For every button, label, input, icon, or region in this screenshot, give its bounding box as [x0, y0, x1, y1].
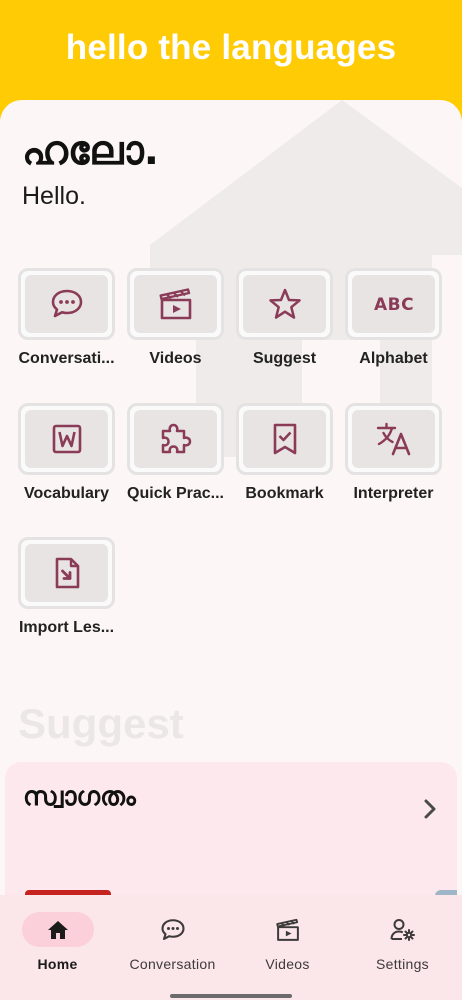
star-icon	[268, 288, 301, 319]
main-sheet: ഹലോ. Hello. Conversati... Videos Suggest…	[0, 100, 462, 1000]
tile-label: Import Les...	[18, 619, 115, 636]
chevron-right-icon[interactable]	[423, 798, 437, 820]
suggest-card-title: സ്വാഗതം	[23, 782, 136, 812]
chat-bubble-icon	[51, 289, 82, 318]
svg-text:ABC: ABC	[374, 295, 414, 315]
user-settings-icon	[390, 918, 415, 941]
greeting-native: ഹലോ.	[22, 128, 159, 174]
tile-label: Quick Prac...	[127, 485, 224, 502]
word-document-icon	[52, 424, 81, 454]
tile-label: Suggest	[252, 350, 317, 367]
bookmark-check-icon	[273, 423, 296, 455]
app-header: hello the languages	[0, 0, 462, 100]
bottom-navigation: Home Conversation Videos Settings	[0, 895, 462, 1000]
tile-quick-practice[interactable]: Quick Prac...	[121, 403, 230, 503]
puzzle-piece-icon	[161, 423, 191, 454]
tile-label: Alphabet	[359, 350, 428, 367]
tile-vocabulary[interactable]: Vocabulary	[12, 403, 121, 503]
nav-label: Settings	[376, 956, 429, 972]
chat-bubble-icon	[160, 918, 185, 940]
home-icon	[47, 920, 68, 939]
clapperboard-icon	[159, 288, 191, 320]
abc-icon: ABC	[374, 295, 414, 315]
suggest-heading: Suggest	[18, 700, 184, 747]
tile-bookmark[interactable]: Bookmark	[230, 403, 339, 503]
nav-label: Videos	[265, 956, 310, 972]
tile-label: Conversati...	[18, 350, 115, 367]
system-home-indicator[interactable]	[170, 994, 292, 998]
tile-conversation[interactable]: Conversati...	[12, 268, 121, 368]
nav-home[interactable]: Home	[0, 895, 115, 972]
tile-suggest[interactable]: Suggest	[230, 268, 339, 368]
tile-alphabet[interactable]: ABC Alphabet	[339, 268, 448, 368]
nav-label: Conversation	[129, 956, 216, 972]
tile-interpreter[interactable]: Interpreter	[339, 403, 448, 503]
file-import-icon	[55, 557, 79, 589]
tile-videos[interactable]: Videos	[121, 268, 230, 368]
tile-label: Bookmark	[245, 485, 324, 502]
nav-settings[interactable]: Settings	[345, 895, 460, 972]
greeting-english: Hello.	[22, 182, 86, 210]
clapperboard-icon	[275, 918, 299, 941]
tile-import-lesson[interactable]: Import Les...	[12, 537, 121, 637]
nav-conversation[interactable]: Conversation	[115, 895, 230, 972]
translate-icon	[376, 422, 410, 456]
tile-label: Vocabulary	[23, 485, 110, 502]
tile-label: Interpreter	[353, 485, 434, 502]
nav-videos[interactable]: Videos	[230, 895, 345, 972]
tile-label: Videos	[149, 350, 202, 367]
app-title: hello the languages	[65, 28, 397, 67]
nav-label: Home	[37, 956, 78, 972]
